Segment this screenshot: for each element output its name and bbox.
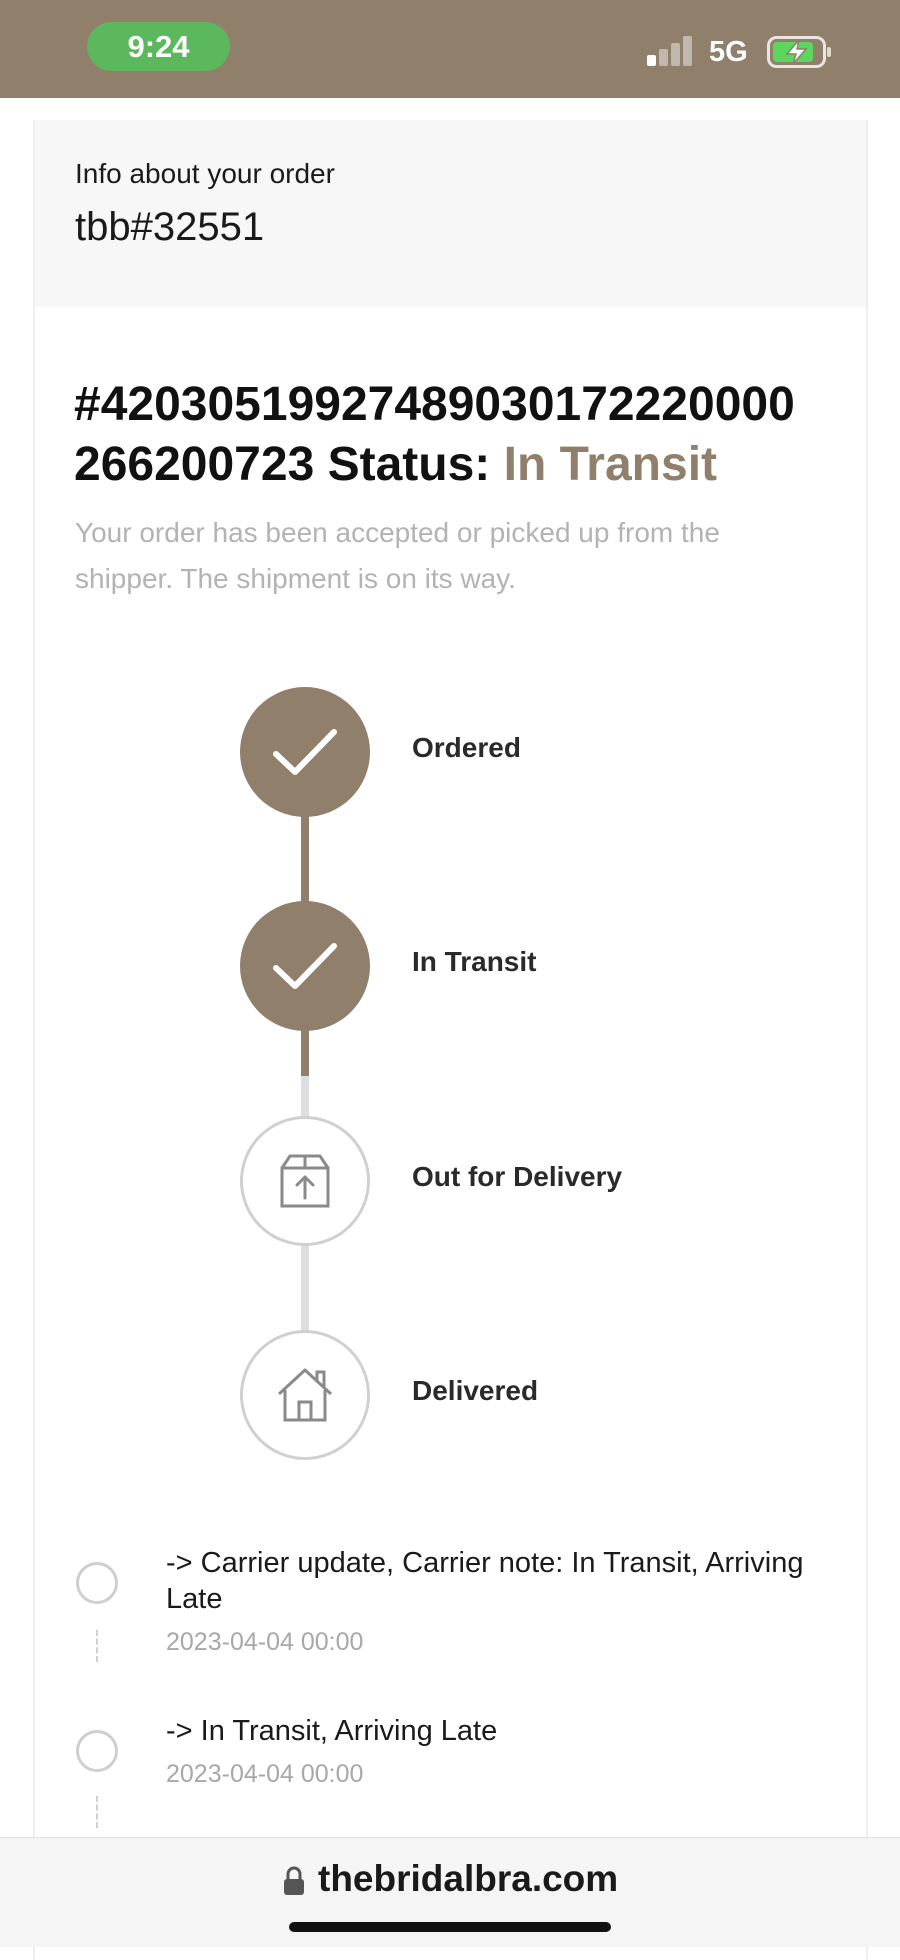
battery-charging-icon (767, 36, 831, 68)
package-icon (280, 1154, 330, 1208)
event-radio[interactable] (76, 1562, 118, 1604)
event-connector (96, 1630, 98, 1662)
event-time: 2023-04-04 00:00 (166, 1760, 364, 1788)
order-info-label: Info about your order (75, 158, 335, 189)
tracking-title-block: #42030519927489030172220000 266200723 St… (74, 375, 854, 505)
step-connector (301, 1076, 309, 1120)
house-icon (277, 1368, 333, 1422)
check-icon (273, 729, 337, 775)
home-indicator[interactable] (289, 1922, 611, 1932)
tracking-number-tail: 266200723 (74, 438, 315, 491)
event-connector (96, 1796, 98, 1828)
step-in-transit-label: In Transit (412, 946, 537, 977)
network-type: 5G (709, 36, 748, 68)
order-number: tbb#32551 (75, 205, 265, 249)
status-bar: 9:24 5G (0, 0, 900, 98)
status-label: Status: (327, 438, 491, 491)
status-value: In Transit (503, 438, 718, 491)
event-text: -> In Transit, Arriving Late (166, 1715, 498, 1747)
step-out-for-delivery-badge (240, 1116, 370, 1246)
browser-address-bar[interactable]: thebridalbra.com (0, 1837, 900, 1947)
browser-domain[interactable]: thebridalbra.com (318, 1858, 618, 1900)
event-text: -> Carrier update, Carrier note: In Tran… (166, 1547, 804, 1615)
step-ordered-badge (240, 687, 370, 817)
step-ordered-label: Ordered (412, 732, 521, 763)
step-connector (301, 1026, 309, 1076)
event-radio[interactable] (76, 1730, 118, 1772)
lock-icon (284, 1866, 304, 1895)
status-time: 9:24 (87, 22, 230, 71)
step-delivered-badge (240, 1330, 370, 1460)
status-description: Your order has been accepted or picked u… (75, 517, 720, 594)
step-connector (301, 1242, 309, 1334)
step-out-for-delivery-label: Out for Delivery (412, 1161, 623, 1192)
event-time: 2023-04-04 00:00 (166, 1628, 364, 1656)
step-in-transit-badge (240, 901, 370, 1031)
cellular-signal-icon (647, 36, 695, 66)
order-header: Info about your order tbb#32551 (35, 120, 866, 307)
step-delivered-label: Delivered (412, 1375, 539, 1406)
tracking-line-2: 266200723 Status: In Transit (74, 435, 854, 495)
step-connector (301, 812, 309, 902)
tracking-line-1: #42030519927489030172220000 (74, 378, 795, 431)
check-icon (273, 943, 337, 989)
